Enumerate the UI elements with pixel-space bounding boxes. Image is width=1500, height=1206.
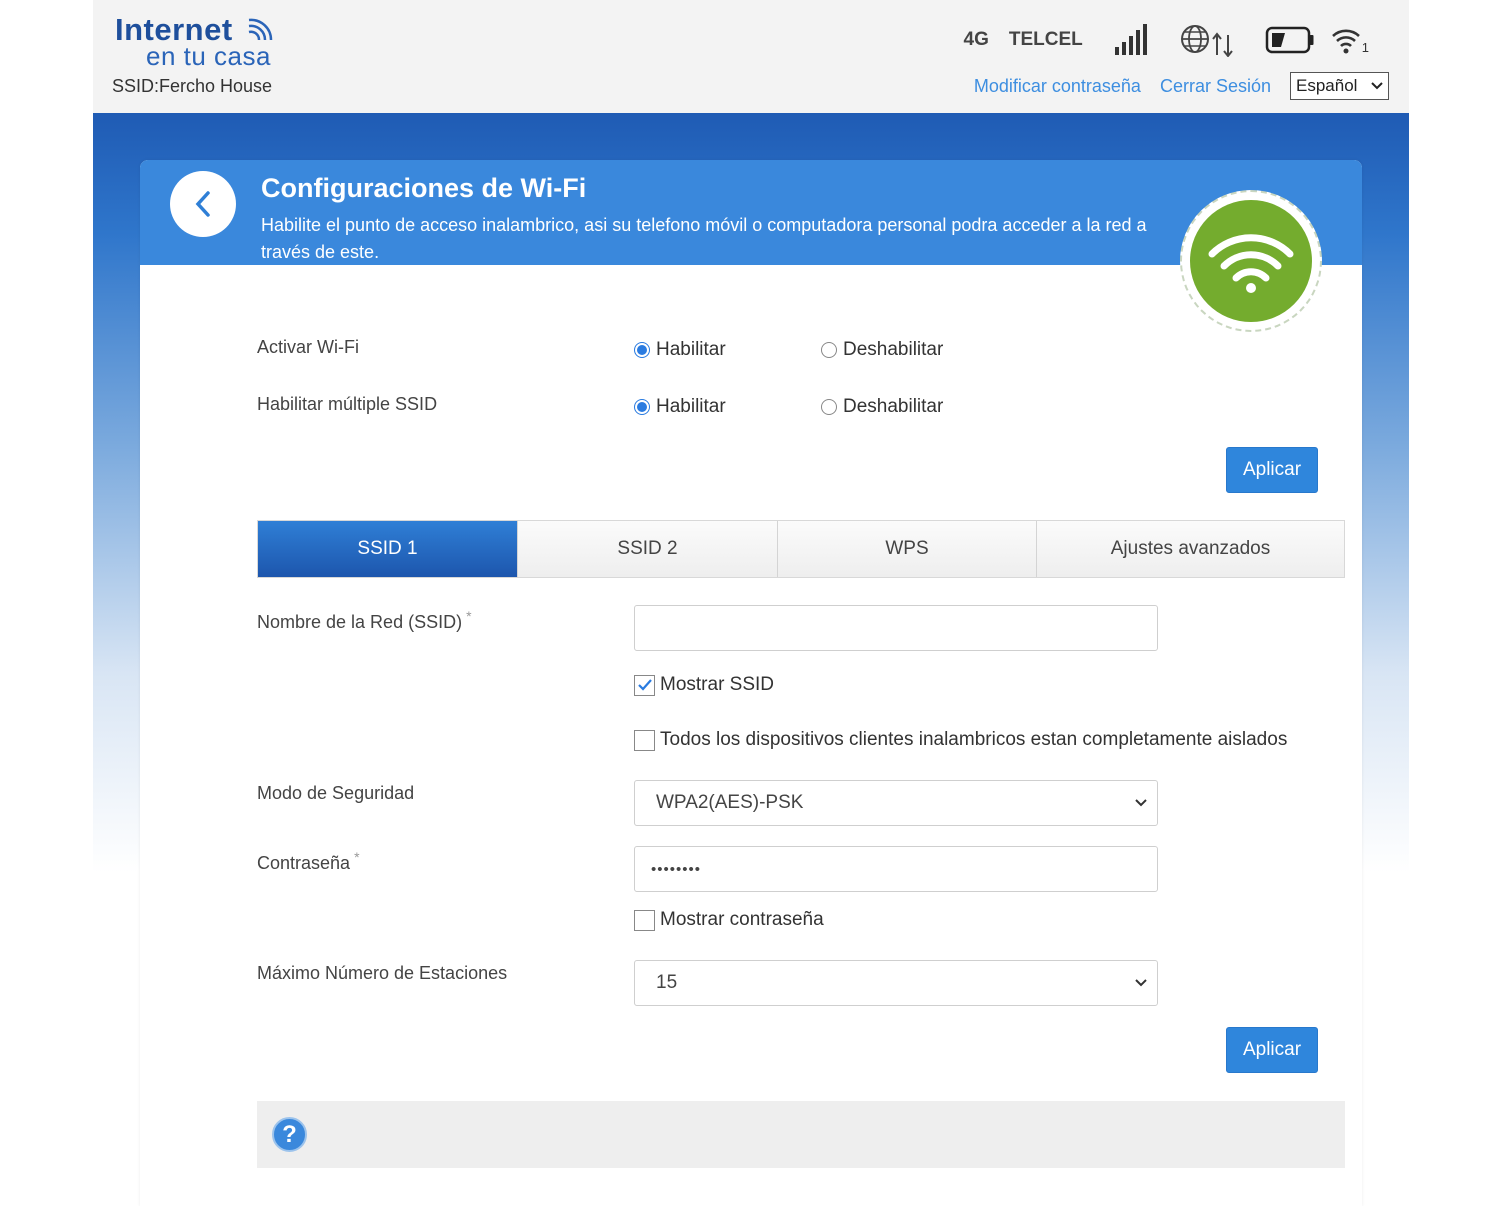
back-button[interactable] [170, 171, 236, 237]
multi-ssid-label: Habilitar múltiple SSID [257, 394, 438, 414]
language-select[interactable]: Español [1290, 72, 1389, 100]
client-isolation-label: Todos los dispositivos clientes inalambr… [660, 729, 1288, 750]
current-ssid: SSID:Fercho House [112, 76, 273, 96]
password-input[interactable]: •••••••• [634, 846, 1158, 892]
page-title: Configuraciones de Wi-Fi [261, 173, 587, 203]
security-mode-select[interactable]: WPA2(AES)-PSK [634, 780, 1158, 826]
help-bar: ? [257, 1101, 1345, 1168]
globe-data-icon [1180, 25, 1233, 57]
show-ssid-checkbox[interactable]: Mostrar SSID [634, 674, 774, 696]
wifi-enable-label: Activar Wi-Fi [257, 337, 359, 357]
wifi-disable-radio[interactable]: Deshabilitar [821, 339, 943, 361]
brand-logo: Internet en tu casa [115, 12, 285, 72]
tab-ssid-2[interactable]: SSID 2 [518, 521, 778, 577]
password-label: Contraseña * [257, 849, 360, 874]
chevron-down-icon [1135, 979, 1147, 987]
network-type: 4G [963, 29, 989, 50]
wifi-enable-radio[interactable]: Habilitar [634, 339, 726, 361]
required-mark: * [354, 849, 360, 865]
chevron-down-icon [1135, 799, 1147, 807]
radio-unchecked-icon [821, 399, 837, 415]
top-header: Internet en tu casa SSID:Fercho House 4G… [93, 0, 1409, 113]
max-stations-value: 15 [656, 972, 678, 993]
required-mark: * [466, 608, 472, 624]
change-password-link[interactable]: Modificar contraseña [974, 76, 1141, 97]
ssid-name-label: Nombre de la Red (SSID) * [257, 608, 472, 633]
max-stations-label: Máximo Número de Estaciones [257, 963, 508, 983]
signal-bars-icon [1114, 24, 1147, 55]
help-icon[interactable]: ? [272, 1117, 307, 1152]
password-value: •••••••• [651, 860, 702, 878]
wifi-icon [1208, 234, 1294, 293]
checkbox-checked-icon [634, 674, 655, 696]
status-bar: 4G TELCEL 1 [964, 20, 1369, 60]
header-links: Modificar contraseña Cerrar Sesión Españ… [974, 72, 1389, 100]
multi-ssid-enable-radio[interactable]: Habilitar [634, 396, 726, 418]
logo-wave-icon [248, 18, 273, 41]
ssid-name-label-text: Nombre de la Red (SSID) [257, 612, 463, 632]
language-value: Español [1296, 76, 1358, 95]
page-banner: Configuraciones de Wi-Fi Habilite el pun… [140, 160, 1362, 265]
ssid-name-input[interactable] [634, 605, 1158, 651]
wifi-clients-icon [1331, 29, 1360, 54]
tab-advanced[interactable]: Ajustes avanzados [1037, 521, 1344, 577]
show-ssid-label: Mostrar SSID [660, 674, 775, 695]
checkbox-unchecked-icon [634, 909, 655, 931]
radio-label: Deshabilitar [843, 339, 944, 360]
multi-ssid-disable-radio[interactable]: Deshabilitar [821, 396, 943, 418]
wifi-badge [1180, 190, 1322, 332]
radio-checked-icon [634, 399, 650, 415]
logout-link[interactable]: Cerrar Sesión [1160, 76, 1271, 97]
radio-unchecked-icon [821, 342, 837, 358]
radio-label: Habilitar [656, 396, 726, 417]
radio-label: Deshabilitar [843, 396, 944, 417]
router-admin-page: Internet en tu casa SSID:Fercho House 4G… [93, 0, 1409, 1206]
apply-ssid-button[interactable]: Aplicar [1226, 1027, 1318, 1073]
tab-wps[interactable]: WPS [778, 521, 1037, 577]
show-password-label: Mostrar contraseña [660, 909, 824, 930]
apply-wifi-button[interactable]: Aplicar [1226, 447, 1318, 493]
page-description: Habilite el punto de acceso inalambrico,… [261, 215, 1147, 262]
show-password-checkbox[interactable]: Mostrar contraseña [634, 909, 824, 931]
password-label-text: Contraseña [257, 853, 351, 873]
ssid-tabs: SSID 1 SSID 2 WPS Ajustes avanzados [257, 520, 1345, 578]
chevron-left-icon [195, 191, 210, 217]
checkbox-unchecked-icon [634, 729, 655, 751]
security-mode-value: WPA2(AES)-PSK [656, 792, 804, 813]
logo-line2: en tu casa [146, 41, 271, 71]
battery-icon [1265, 26, 1314, 54]
wifi-settings-card: Configuraciones de Wi-Fi Habilite el pun… [140, 160, 1362, 1206]
carrier-name: TELCEL [1008, 29, 1083, 50]
radio-checked-icon [634, 342, 650, 358]
max-stations-select[interactable]: 15 [634, 960, 1158, 1006]
security-mode-label: Modo de Seguridad [257, 783, 415, 803]
tab-ssid-1[interactable]: SSID 1 [258, 521, 518, 577]
chevron-down-icon [1371, 82, 1383, 90]
client-isolation-checkbox[interactable]: Todos los dispositivos clientes inalambr… [634, 729, 1287, 751]
wifi-clients-count: 1 [1361, 39, 1369, 55]
radio-label: Habilitar [656, 339, 726, 360]
